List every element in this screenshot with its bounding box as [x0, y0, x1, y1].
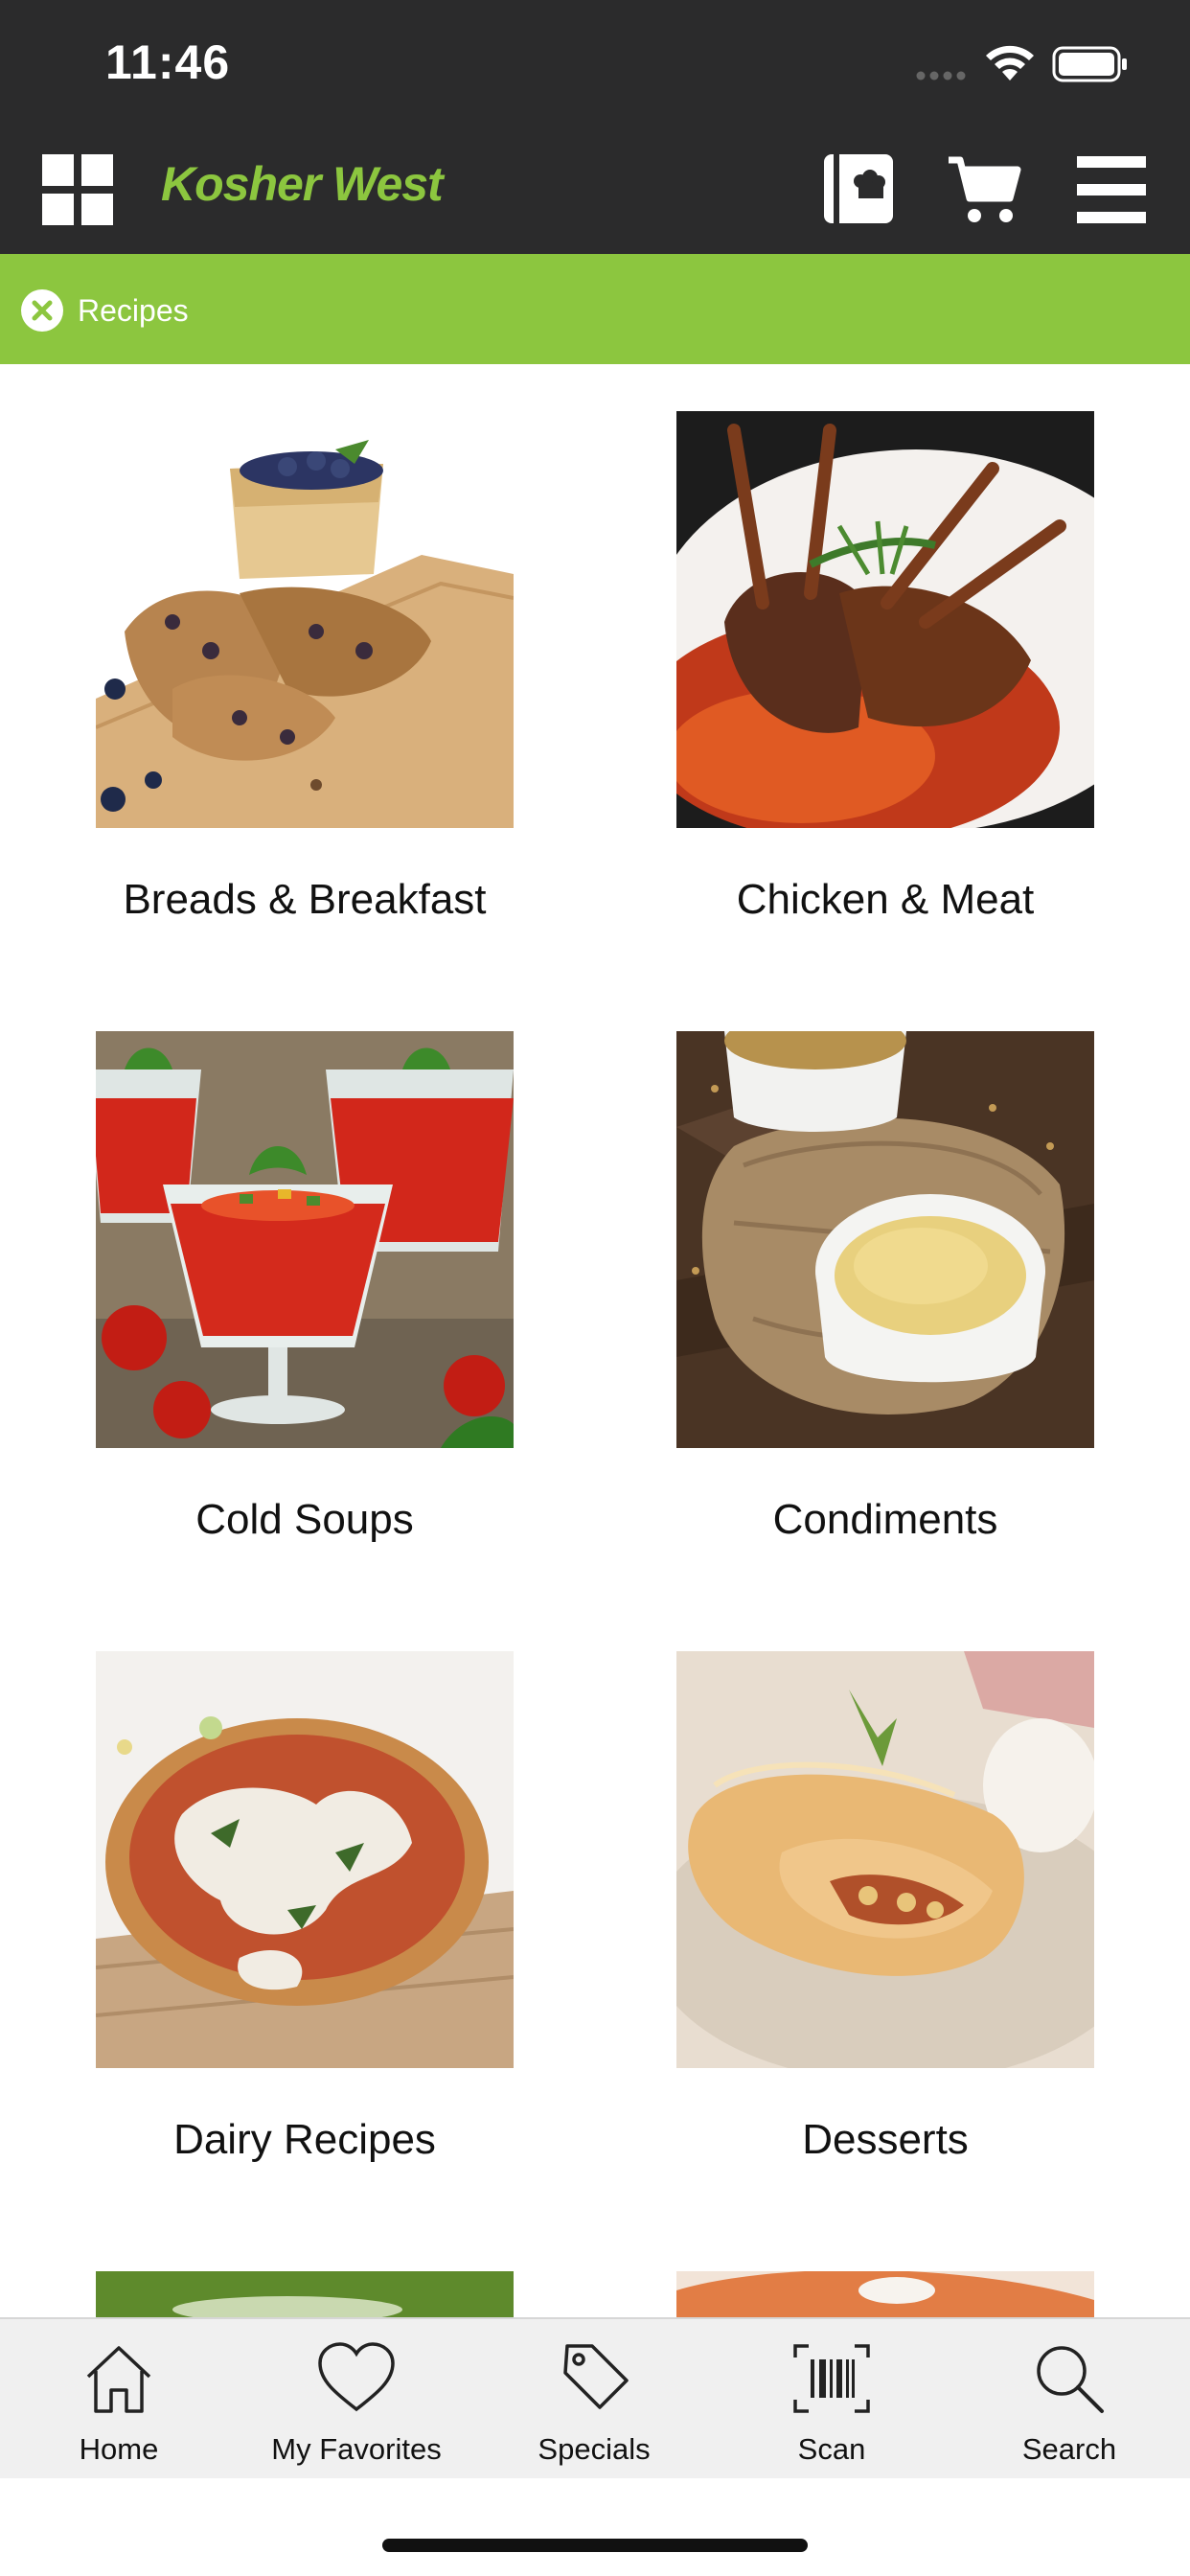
heart-icon: [318, 2342, 395, 2412]
home-icon: [86, 2346, 151, 2413]
search-icon: [1037, 2346, 1104, 2413]
recipe-category-partial[interactable]: [676, 2271, 1094, 2317]
bottom-tab-bar: Home My Favorites Specials Scan Search: [0, 2317, 1190, 2478]
close-icon[interactable]: [21, 289, 63, 332]
tab-label: Specials: [538, 2432, 651, 2466]
tab-label: Search: [1021, 2432, 1117, 2466]
barcode-icon: [793, 2344, 870, 2413]
status-time: 11:46: [105, 35, 231, 89]
category-label: Chicken & Meat: [736, 876, 1035, 923]
category-label: Dairy Recipes: [173, 2116, 436, 2163]
filter-label: Recipes: [78, 292, 189, 328]
recipe-category-condiments[interactable]: Condiments: [676, 1031, 1094, 1544]
wifi-icon: [986, 45, 1034, 80]
category-image: [96, 1651, 514, 2068]
status-bar: 11:46: [0, 0, 1190, 129]
category-image: [676, 411, 1094, 828]
tab-scan[interactable]: Scan: [713, 2319, 950, 2478]
category-image: [676, 1651, 1094, 2068]
category-image: [96, 1031, 514, 1448]
recipe-category-desserts[interactable]: Desserts: [676, 1651, 1094, 2164]
category-label: Desserts: [802, 2116, 969, 2163]
tab-search[interactable]: Search: [950, 2319, 1188, 2478]
tab-label: Home: [79, 2432, 159, 2466]
recipe-book-icon[interactable]: [822, 152, 895, 225]
recipe-category-partial[interactable]: [96, 2271, 514, 2317]
grid-menu-icon[interactable]: [42, 154, 113, 225]
recipe-category-grid: Breads & Breakfast Chicken & Meat Cold S…: [0, 364, 1190, 2317]
cellular-signal-icon: [916, 71, 966, 80]
recipe-category-dairy-recipes[interactable]: Dairy Recipes: [96, 1651, 514, 2164]
recipe-category-chicken-meat[interactable]: Chicken & Meat: [676, 411, 1094, 924]
app-logo[interactable]: Kosher West: [161, 156, 444, 212]
filter-bar: Recipes: [0, 254, 1190, 364]
battery-icon: [1052, 46, 1127, 82]
category-image: [96, 411, 514, 828]
category-image: [96, 2271, 514, 2317]
tab-label: My Favorites: [271, 2432, 442, 2466]
category-image: [676, 1031, 1094, 1448]
shopping-cart-icon[interactable]: [947, 152, 1021, 225]
recipe-category-cold-soups[interactable]: Cold Soups: [96, 1031, 514, 1544]
tab-my-favorites[interactable]: My Favorites: [238, 2319, 475, 2478]
recipe-category-breads-breakfast[interactable]: Breads & Breakfast: [96, 411, 514, 924]
category-image: [676, 2271, 1094, 2317]
home-indicator: [382, 2539, 808, 2552]
tab-label: Scan: [797, 2432, 866, 2466]
tab-specials[interactable]: Specials: [475, 2319, 713, 2478]
category-label: Breads & Breakfast: [123, 876, 487, 923]
category-label: Cold Soups: [195, 1496, 414, 1543]
recipes-filter-chip[interactable]: Recipes: [21, 289, 189, 332]
category-label: Condiments: [772, 1496, 998, 1543]
app-header: Kosher West: [0, 129, 1190, 254]
hamburger-menu-icon[interactable]: [1077, 154, 1146, 225]
tab-home[interactable]: Home: [0, 2319, 238, 2478]
tag-icon: [563, 2344, 629, 2409]
